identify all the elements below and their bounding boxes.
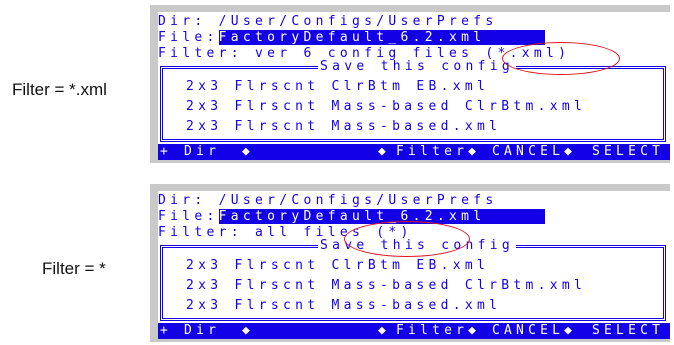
dir-line[interactable]: Dir: /User/Configs/UserPrefs <box>158 193 498 209</box>
save-config-title: Save this config <box>318 59 517 74</box>
dir-softkey[interactable]: + Dir <box>160 144 220 160</box>
diamond-icon: ◆ <box>242 323 255 338</box>
cancel-softkey[interactable]: CANCEL◆ <box>492 144 576 160</box>
highlight-ellipse <box>502 42 620 75</box>
file-dialog-screen: Dir: /User/Configs/UserPrefs File:Factor… <box>158 191 670 339</box>
file-line[interactable]: File:FactoryDefault_6.2.xml <box>158 209 546 225</box>
file-list-item[interactable]: 2x3 Flrscnt Mass-based.xml <box>186 118 501 136</box>
diamond-icon: ◆ <box>378 144 391 159</box>
file-dialog-panel: Dir: /User/Configs/UserPrefs File:Factor… <box>150 184 670 342</box>
file-dialog-panel: Dir: /User/Configs/UserPrefs File:Factor… <box>150 5 670 163</box>
diamond-icon: ◆ <box>378 323 391 338</box>
softkey-bar: + Dir ◆ ◆ Filter◆ CANCEL◆ SELECT <box>158 144 670 160</box>
file-label: File: <box>158 30 219 45</box>
dir-softkey[interactable]: + Dir <box>160 323 220 339</box>
file-list-item[interactable]: 2x3 Flrscnt Mass-based.xml <box>186 297 501 315</box>
cancel-softkey[interactable]: CANCEL◆ <box>492 323 576 339</box>
file-line[interactable]: File:FactoryDefault_6.2.xml <box>158 30 546 46</box>
dir-line[interactable]: Dir: /User/Configs/UserPrefs <box>158 14 498 30</box>
file-list-item[interactable]: 2x3 Flrscnt ClrBtm EB.xml <box>186 78 489 96</box>
softkey-bar: + Dir ◆ ◆ Filter◆ CANCEL◆ SELECT <box>158 323 670 339</box>
filter-annotation-label: Filter = * <box>42 259 106 278</box>
file-list-item[interactable]: 2x3 Flrscnt ClrBtm EB.xml <box>186 257 489 275</box>
select-softkey[interactable]: SELECT <box>592 144 664 160</box>
file-label: File: <box>158 209 219 224</box>
file-list-item[interactable]: 2x3 Flrscnt Mass-based ClrBtm.xml <box>186 277 586 295</box>
file-list-item[interactable]: 2x3 Flrscnt Mass-based ClrBtm.xml <box>186 98 586 116</box>
filter-softkey[interactable]: Filter◆ <box>396 323 480 339</box>
file-dialog-screen: Dir: /User/Configs/UserPrefs File:Factor… <box>158 12 670 160</box>
highlight-ellipse <box>344 221 470 257</box>
file-name-field[interactable]: FactoryDefault_6.2.xml <box>218 30 546 45</box>
select-softkey[interactable]: SELECT <box>592 323 664 339</box>
filter-annotation-label: Filter = *.xml <box>12 80 107 99</box>
filter-softkey[interactable]: Filter◆ <box>396 144 480 160</box>
diamond-icon: ◆ <box>242 144 255 159</box>
